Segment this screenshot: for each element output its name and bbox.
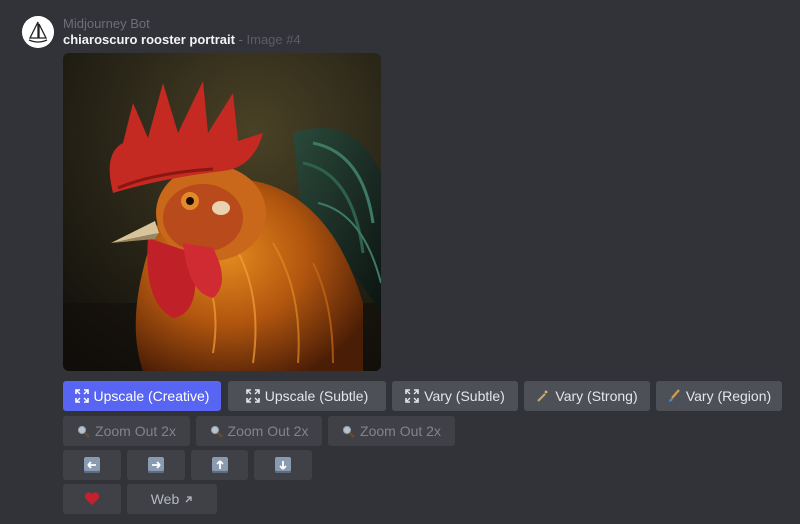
zoom-out-button-2[interactable]: Zoom Out 2x	[196, 416, 322, 446]
pan-left-button[interactable]	[63, 450, 121, 480]
generated-image[interactable]	[63, 53, 381, 371]
magic-wand-icon	[536, 389, 550, 403]
zoom-out-label-1: Zoom Out 2x	[95, 423, 176, 439]
rooster-portrait-image	[63, 53, 381, 371]
vary-subtle-label: Vary (Subtle)	[424, 388, 505, 404]
upscale-subtle-label: Upscale (Subtle)	[264, 388, 369, 404]
paintbrush-icon	[667, 389, 681, 403]
arrow-up-icon	[211, 457, 228, 473]
vary-region-label: Vary (Region)	[685, 388, 772, 404]
expand-icon	[245, 389, 260, 403]
pan-right-button[interactable]	[127, 450, 185, 480]
upscale-creative-button[interactable]: Upscale (Creative)	[63, 381, 221, 411]
image-label: Image #4	[246, 32, 301, 47]
web-link-label: Web	[150, 491, 180, 507]
magnifier-icon	[77, 425, 90, 438]
upscale-subtle-button[interactable]: Upscale (Subtle)	[228, 381, 386, 411]
vary-subtle-button[interactable]: Vary (Subtle)	[392, 381, 518, 411]
magnifier-icon	[342, 425, 355, 438]
expand-icon	[405, 389, 419, 403]
upscale-creative-label: Upscale (Creative)	[93, 388, 210, 404]
sailboat-icon	[22, 16, 54, 48]
arrow-down-icon	[275, 457, 291, 473]
message-title: chiaroscuro rooster portrait - Image #4	[63, 32, 301, 47]
arrow-right-icon	[148, 457, 164, 473]
external-link-icon	[184, 495, 193, 504]
pan-up-button[interactable]	[191, 450, 248, 480]
zoom-out-button-3[interactable]: Zoom Out 2x	[328, 416, 455, 446]
vary-strong-label: Vary (Strong)	[555, 388, 638, 404]
zoom-out-label-2: Zoom Out 2x	[227, 423, 309, 439]
web-link-button[interactable]: Web	[127, 484, 217, 514]
prompt-text: chiaroscuro rooster portrait	[63, 32, 235, 47]
magnifier-icon	[210, 425, 223, 438]
arrow-left-icon	[84, 457, 100, 473]
favorite-button[interactable]	[63, 484, 121, 514]
pan-down-button[interactable]	[254, 450, 312, 480]
vary-region-button[interactable]: Vary (Region)	[656, 381, 782, 411]
zoom-out-label-3: Zoom Out 2x	[360, 423, 441, 439]
bot-avatar[interactable]	[22, 16, 54, 48]
vary-strong-button[interactable]: Vary (Strong)	[524, 381, 650, 411]
zoom-out-button-1[interactable]: Zoom Out 2x	[63, 416, 190, 446]
title-separator: -	[234, 32, 247, 47]
heart-icon	[84, 492, 100, 506]
author-name[interactable]: Midjourney Bot	[63, 16, 150, 31]
expand-icon	[74, 389, 89, 403]
